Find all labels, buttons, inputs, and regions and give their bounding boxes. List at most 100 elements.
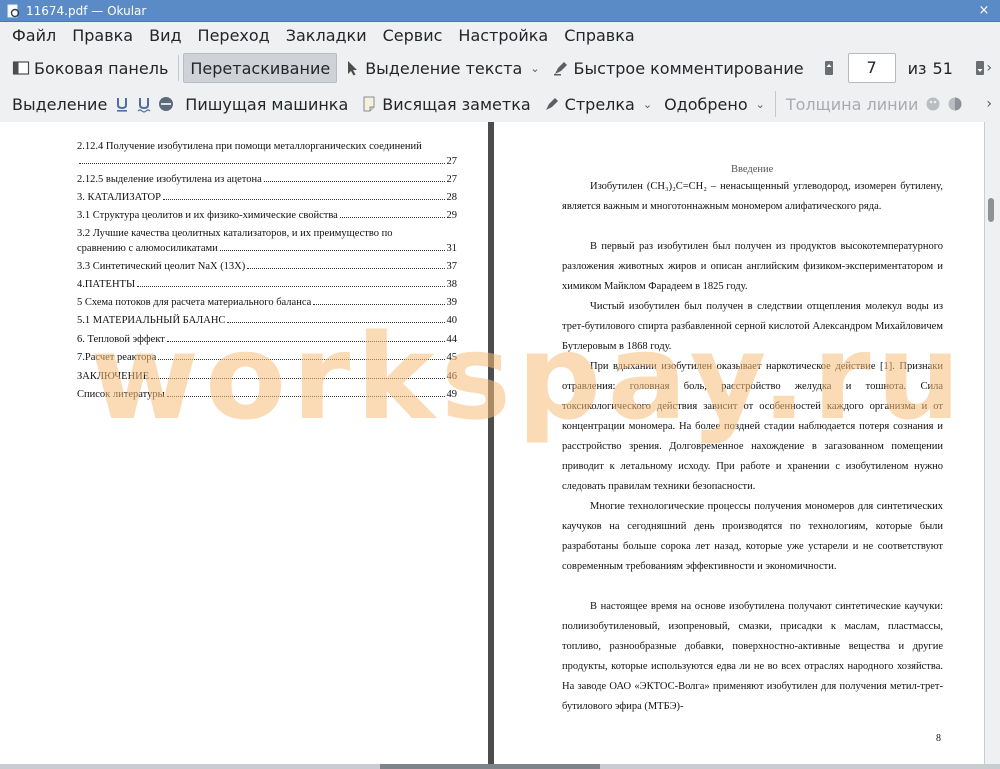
toc-entry-page: 27 [446, 156, 458, 167]
sticky-note-icon [363, 96, 375, 112]
scrollbar-thumb[interactable] [380, 764, 600, 769]
toc-leader [339, 217, 445, 218]
toc-entry[interactable]: ЗАКЛЮЧЕНИЕ 46 [77, 370, 457, 383]
paragraph: Многие технологические процессы получени… [562, 501, 943, 572]
chevron-down-icon[interactable]: ⌄ [530, 62, 539, 75]
toc-entry-title: 5.1 МАТЕРИАЛЬНЫЙ БАЛАНС [77, 315, 226, 326]
text-selection-tool-label: Выделение текста [365, 58, 523, 78]
previous-page-icon[interactable] [820, 59, 838, 77]
toc-entry-page: 39 [446, 297, 458, 308]
sidebar-toggle-label: Боковая панель [34, 58, 169, 78]
toc-leader [219, 250, 445, 251]
toc-entry[interactable]: 5.1 МАТЕРИАЛЬНЫЙ БАЛАНС 40 [77, 314, 457, 327]
scrollbar-thumb[interactable] [988, 198, 994, 222]
arrow-annotation-button[interactable]: Стрелка ⌄ [537, 89, 658, 119]
toc-entry[interactable]: 4.ПАТЕНТЫ 38 [77, 278, 457, 291]
menu-help[interactable]: Справка [556, 22, 643, 50]
color-palette-icon[interactable] [924, 95, 942, 113]
browse-tool-button[interactable]: Перетаскивание [183, 53, 338, 83]
paragraph: Чистый изобутилен был получен в следстви… [562, 301, 943, 352]
menu-bookmarks[interactable]: Закладки [278, 22, 375, 50]
stamp-annotation-button[interactable]: Одобрено ⌄ [658, 89, 771, 119]
close-window-button[interactable]: × [976, 3, 992, 19]
stamp-annotation-label: Одобрено [664, 94, 748, 114]
paragraph: В первый раз изобутилен был получен из п… [562, 241, 943, 292]
toc-entry[interactable]: 2.12.5 выделение изобутилена из ацетона 2… [77, 173, 457, 186]
quick-annotation-label: Быстрое комментирование [573, 58, 804, 78]
okular-window: 11674.pdf — Okular × Файл Правка Вид Пер… [0, 0, 1000, 769]
toc-entry[interactable]: 5 Схема потоков для расчета материальног… [77, 296, 457, 309]
title-bar: 11674.pdf — Okular × [0, 0, 1000, 22]
toc-entry-title: 6. Тепловой эффект [77, 334, 165, 345]
toc-entry[interactable]: 3.3 Синтетический цеолит NaX (13X) 37 [77, 260, 457, 273]
sticky-note-button[interactable]: Висящая заметка [354, 89, 536, 119]
quick-annotation-button[interactable]: Быстрое комментирование [546, 53, 810, 83]
toc-entry-page: 38 [446, 279, 458, 290]
browse-tool-label: Перетаскивание [190, 58, 331, 78]
toc-leader [137, 286, 445, 287]
toolbar-overflow-button[interactable]: › [986, 60, 992, 76]
okular-app-icon [7, 4, 20, 17]
toc-leader [166, 396, 445, 397]
arrow-annotation-label: Стрелка [564, 94, 635, 114]
sidebar-icon [12, 61, 30, 75]
toc-entry-page: 40 [446, 315, 458, 326]
menu-file[interactable]: Файл [4, 22, 64, 50]
toc-entry[interactable]: Список литературы 49 [77, 388, 457, 401]
menu-go[interactable]: Переход [190, 22, 278, 50]
toc-leader [227, 322, 445, 323]
pen-icon [545, 98, 558, 110]
toc-leader [79, 163, 445, 164]
toc-entry[interactable]: 3.2 Лучшие качества цеолитных катализато… [77, 227, 457, 255]
toc-entry-title: 4.ПАТЕНТЫ [77, 279, 136, 290]
text-selection-tool-button[interactable]: Выделение текста ⌄ [337, 53, 545, 83]
toc-entry-page: 49 [446, 389, 458, 400]
typewriter-annotation-button[interactable]: Пишущая машинка [179, 89, 354, 119]
cursor-icon [348, 61, 358, 76]
sidebar-toggle-button[interactable]: Боковая панель [6, 53, 174, 83]
menu-view[interactable]: Вид [141, 22, 189, 50]
toc-entry[interactable]: 7.Расчет реактора 45 [77, 351, 457, 364]
toc-entry-title: ЗАКЛЮЧЕНИЕ [77, 371, 150, 382]
toc-entry-page: 45 [446, 352, 458, 363]
horizontal-scrollbar[interactable] [0, 764, 1000, 769]
menu-settings[interactable]: Настройка [450, 22, 556, 50]
squiggly-underline-icon[interactable] [135, 95, 153, 113]
selection-annotation-button[interactable]: Выделение [6, 89, 113, 119]
chevron-down-icon[interactable]: ⌄ [643, 98, 652, 111]
chevron-down-icon[interactable]: ⌄ [756, 98, 765, 111]
strikeout-icon[interactable] [157, 95, 175, 113]
vertical-scrollbar[interactable] [984, 122, 1000, 764]
toc-entry-page: 46 [446, 371, 458, 382]
page-of-label: из [907, 58, 927, 78]
opacity-icon[interactable] [946, 95, 964, 113]
typewriter-annotation-label: Пишущая машинка [185, 94, 349, 114]
toolbar-overflow-button[interactable]: › [986, 96, 992, 112]
toc-entry[interactable]: 3. КАТАЛИЗАТОР 28 [77, 191, 457, 204]
section-heading: Введение [731, 164, 774, 175]
toc-entry-page: 29 [446, 210, 458, 221]
toc-entry[interactable]: 3.1 Структура цеолитов и их физико-химич… [77, 209, 457, 222]
page-number-input[interactable]: 7 [847, 53, 896, 83]
menu-tools[interactable]: Сервис [375, 22, 451, 50]
toc-entry-title: 3.1 Структура цеолитов и их физико-химич… [77, 210, 338, 221]
toolbar-separator [178, 55, 180, 81]
sticky-note-label: Висящая заметка [382, 94, 531, 114]
total-pages-label: 51 [932, 58, 953, 78]
line-width-button[interactable]: Толщина линии [780, 89, 925, 119]
menu-edit[interactable]: Правка [64, 22, 141, 50]
toc-entry-title: Список литературы [77, 389, 165, 400]
toc-entry-page: 28 [446, 192, 458, 203]
toc-entry-title-continued: сравнению с алюмосиликатами [77, 243, 218, 254]
underline-icon[interactable] [113, 95, 131, 113]
paragraph: Изобутилен (СН₃)₂С=СН₂ – ненасыщенный уг… [562, 181, 943, 212]
toc-entry-title: 2.12.4 Получение изобутилена при помощи … [77, 141, 422, 152]
toc-entry-title: 5 Схема потоков для расчета материальног… [77, 297, 312, 308]
highlighter-icon [553, 62, 567, 76]
toc-entry-title: 2.12.5 выделение изобутилена из ацетона [77, 174, 262, 185]
toc-leader [162, 199, 445, 200]
toc-entry-title: 7.Расчет реактора [77, 352, 157, 363]
toc-entry[interactable]: 2.12.4 Получение изобутилена при помощи … [77, 140, 457, 168]
toc-leader [247, 268, 445, 269]
toc-entry[interactable]: 6. Тепловой эффект 44 [77, 333, 457, 346]
